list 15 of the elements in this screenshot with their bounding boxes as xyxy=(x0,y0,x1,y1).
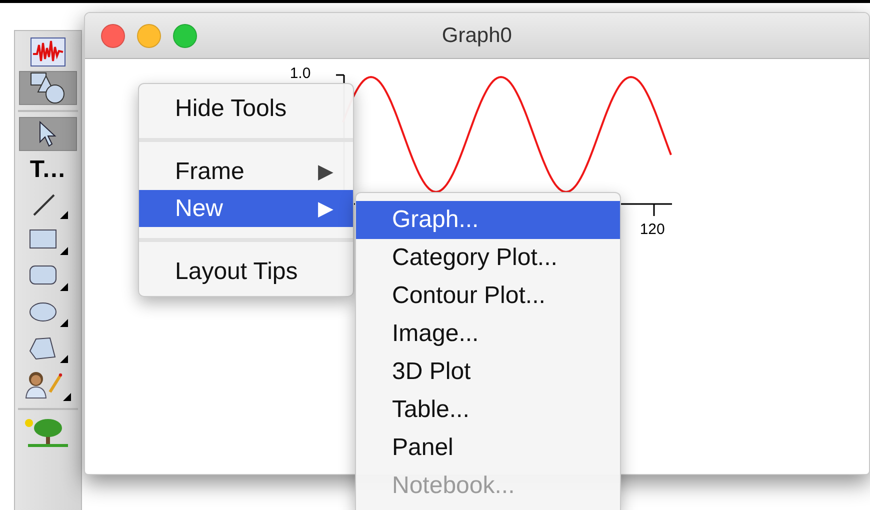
menu-item[interactable]: Contour Plot... xyxy=(356,277,620,315)
text-tool-button[interactable]: T... xyxy=(18,153,77,187)
menu-item[interactable]: Image... xyxy=(356,315,620,353)
menu-item[interactable]: Layout Tips xyxy=(139,253,353,290)
menu-item[interactable]: New ▶ xyxy=(139,190,353,227)
x-tick-label: 120 xyxy=(640,221,665,238)
menu-item[interactable]: Table... xyxy=(356,391,620,429)
menu-item[interactable]: Frame ▶ xyxy=(139,153,353,190)
menu-item[interactable]: Category Plot... xyxy=(356,239,620,277)
y-tick-label: 1.0 xyxy=(290,65,311,82)
menu-item[interactable]: 3D Plot xyxy=(356,353,620,391)
menu-item[interactable]: Panel xyxy=(356,429,620,467)
menu-item[interactable]: Graph... xyxy=(356,201,620,239)
menu-item[interactable]: Hide Tools xyxy=(139,90,353,127)
window-title: Graph0 xyxy=(442,24,512,46)
